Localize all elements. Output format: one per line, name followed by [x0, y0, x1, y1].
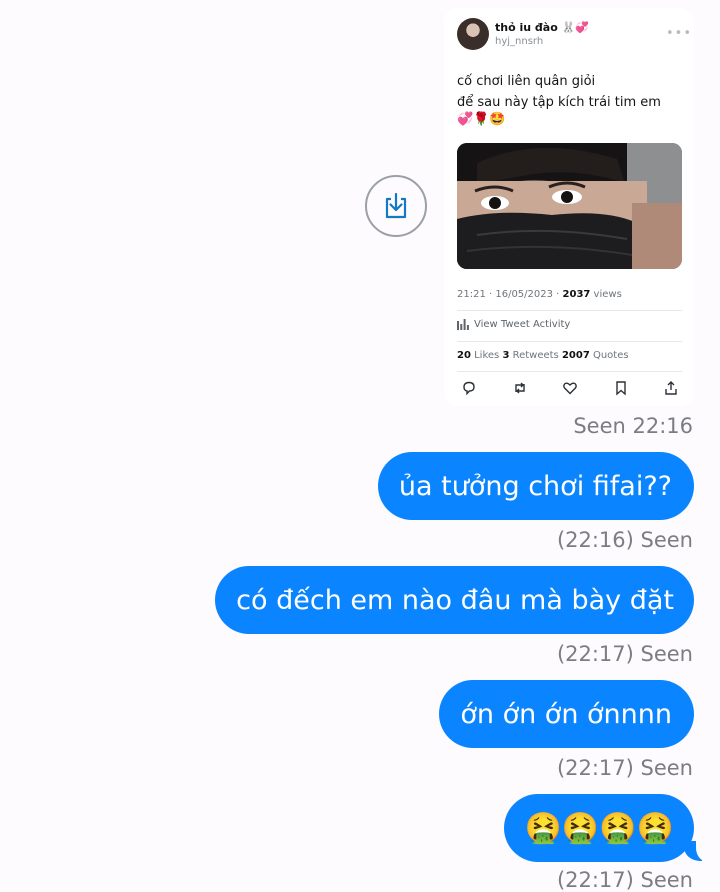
tweet-emojis: 💞🌹🤩	[457, 112, 506, 127]
tweet-activity-label: View Tweet Activity	[474, 319, 571, 330]
message-bubble[interactable]: ủa tưởng chơi fifai??	[377, 452, 694, 520]
retweets-label: Retweets	[509, 350, 562, 361]
reply-icon[interactable]	[461, 380, 477, 396]
message-text: ủa tưởng chơi fifai??	[398, 470, 672, 502]
tweet-stats: 20 Likes 3 Retweets 2007 Quotes	[457, 350, 629, 361]
tweet-actions	[461, 380, 679, 396]
divider	[457, 341, 682, 342]
analytics-icon	[457, 319, 469, 330]
tweet-text-line: để sau này tập kích trái tim em	[457, 95, 661, 110]
quotes-count: 2007	[561, 350, 590, 361]
read-receipt: (22:17) Seen	[556, 868, 693, 892]
tweet-text-line: cố chơi liên quân giỏi	[457, 74, 596, 89]
likes-label: Likes	[470, 350, 503, 361]
message-text: 🤮🤮🤮🤮	[524, 810, 674, 846]
like-icon[interactable]	[562, 380, 578, 396]
share-icon[interactable]	[663, 380, 679, 396]
read-receipt: Seen 22:16	[573, 414, 693, 438]
tweet-display-name: thỏ iu đào 🐰💞	[495, 21, 589, 34]
tweet-photo	[457, 143, 682, 269]
message-text: ớn ớn ớn ớnnnn	[460, 698, 672, 730]
tweet-text: cố chơi liên quân giỏi để sau này tập kí…	[457, 71, 687, 113]
tweet-timestamp: 21:21 · 16/05/2023 · 2037 views	[457, 289, 622, 300]
tweet-time: 21:21 · 16/05/2023 ·	[457, 289, 563, 300]
bookmark-icon[interactable]	[613, 380, 629, 396]
download-icon	[385, 192, 407, 219]
read-receipt: (22:17) Seen	[556, 756, 693, 780]
message-bubble[interactable]: 🤮🤮🤮🤮	[503, 794, 694, 862]
read-receipt: (22:17) Seen	[556, 642, 693, 666]
retweet-icon[interactable]	[512, 380, 528, 396]
tweet-handle: hyj_nnsrh	[495, 36, 544, 47]
message-text: có đếch em nào đâu mà bày đặt	[236, 584, 674, 616]
tweet-screenshot[interactable]: thỏ iu đào 🐰💞 hyj_nnsrh ••• cố chơi liên…	[444, 8, 694, 406]
tweet-activity-link[interactable]: View Tweet Activity	[457, 319, 570, 330]
divider	[457, 310, 682, 311]
more-icon: •••	[666, 26, 693, 41]
message-bubble[interactable]: ớn ớn ớn ớnnnn	[439, 680, 694, 748]
divider	[457, 371, 682, 372]
avatar	[457, 18, 489, 50]
download-button[interactable]	[365, 175, 427, 237]
quotes-label: Quotes	[589, 350, 629, 361]
message-bubble[interactable]: có đếch em nào đâu mà bày đặt	[215, 566, 694, 634]
tweet-views-label: views	[590, 289, 622, 300]
read-receipt: (22:16) Seen	[556, 528, 693, 552]
likes-count: 20	[457, 350, 471, 361]
tweet-views-count: 2037	[562, 289, 591, 300]
